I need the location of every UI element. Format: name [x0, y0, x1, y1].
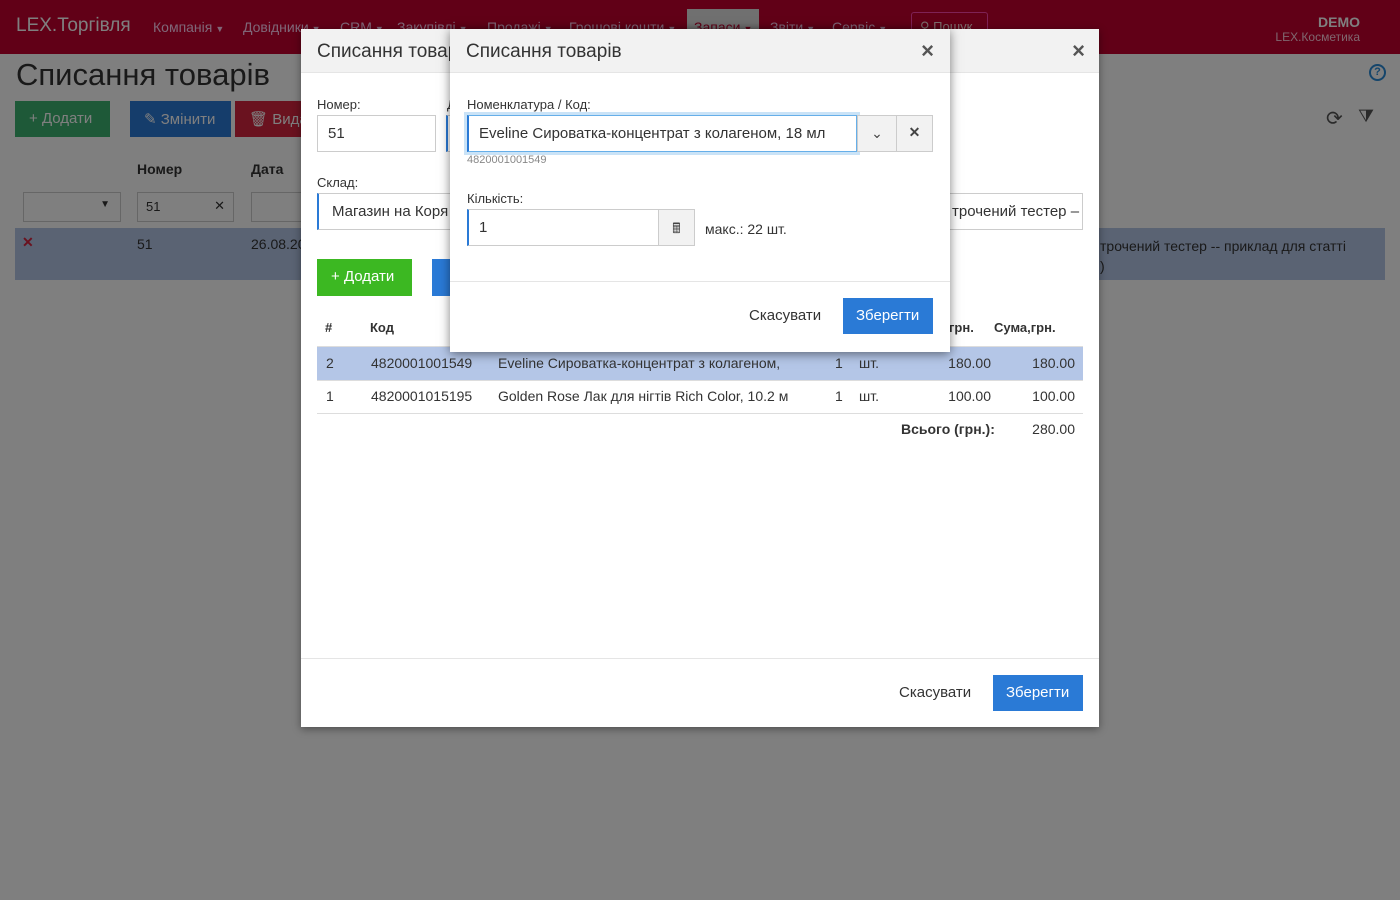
product-code-hint: 4820001001549	[467, 154, 547, 166]
comment-input[interactable]: трочений тестер –	[941, 193, 1083, 230]
calculator-button[interactable]: 🖩	[658, 209, 695, 246]
cancel-button[interactable]: Скасувати	[749, 307, 821, 324]
warehouse-label: Склад:	[317, 175, 359, 190]
product-clear-button[interactable]: ✕	[896, 115, 933, 152]
number-label: Номер:	[317, 97, 361, 112]
product-label: Номенклатура / Код:	[467, 97, 591, 112]
cell-index: 2	[326, 355, 334, 371]
modal-footer-divider	[450, 281, 950, 282]
qty-input[interactable]: 1	[467, 209, 659, 246]
add-item-button[interactable]: + Додати	[317, 259, 412, 296]
cell-sum: 100.00	[1032, 388, 1075, 404]
chevron-down-icon: ⌄	[871, 125, 883, 141]
cell-name: Eveline Сироватка-концентрат з колагеном…	[498, 355, 781, 371]
cell-price: 180.00	[948, 355, 991, 371]
modal-title: Списання товарів	[466, 41, 622, 62]
cell-sum: 180.00	[1032, 355, 1075, 371]
modal-footer-divider	[301, 658, 1099, 659]
col-price[interactable]: грн.	[949, 320, 974, 335]
cell-qty: 1	[835, 388, 843, 404]
item-edit-modal: Списання товарів × Номенклатура / Код: E…	[450, 29, 950, 352]
modal-header: Списання товарів ×	[450, 29, 950, 73]
plus-icon: +	[331, 268, 340, 285]
cancel-button[interactable]: Скасувати	[899, 684, 971, 701]
cell-unit: шт.	[859, 355, 879, 371]
cell-code: 4820001015195	[371, 388, 473, 404]
table-divider	[317, 413, 1083, 414]
close-icon[interactable]: ×	[1072, 38, 1085, 64]
save-button[interactable]: Зберегти	[993, 675, 1083, 711]
cell-code: 4820001001549	[371, 355, 473, 371]
warehouse-select[interactable]: Магазин на Коря	[317, 193, 457, 230]
product-dropdown-button[interactable]: ⌄	[857, 115, 897, 152]
max-qty-text: макс.: 22 шт.	[705, 221, 787, 237]
total-value: 280.00	[1032, 421, 1075, 437]
modal-title: Списання товар	[317, 41, 459, 62]
cell-name: Golden Rose Лак для нігтів Rich Color, 1…	[498, 388, 789, 404]
cell-price: 100.00	[948, 388, 991, 404]
cell-unit: шт.	[859, 388, 879, 404]
number-input[interactable]: 51	[317, 115, 436, 152]
col-index[interactable]: #	[325, 320, 332, 335]
calculator-icon: 🖩	[672, 220, 681, 236]
close-icon[interactable]: ×	[921, 38, 934, 64]
cell-qty: 1	[835, 355, 843, 371]
cell-index: 1	[326, 388, 334, 404]
save-button[interactable]: Зберегти	[843, 298, 933, 334]
col-sum[interactable]: Сума,грн.	[994, 320, 1056, 335]
product-input[interactable]: Eveline Сироватка-концентрат з колагеном…	[467, 115, 857, 152]
qty-label: Кількість:	[467, 191, 524, 206]
close-icon: ✕	[908, 124, 921, 140]
total-label: Всього (грн.):	[901, 421, 995, 437]
col-code[interactable]: Код	[370, 320, 394, 335]
table-divider	[317, 380, 1083, 381]
